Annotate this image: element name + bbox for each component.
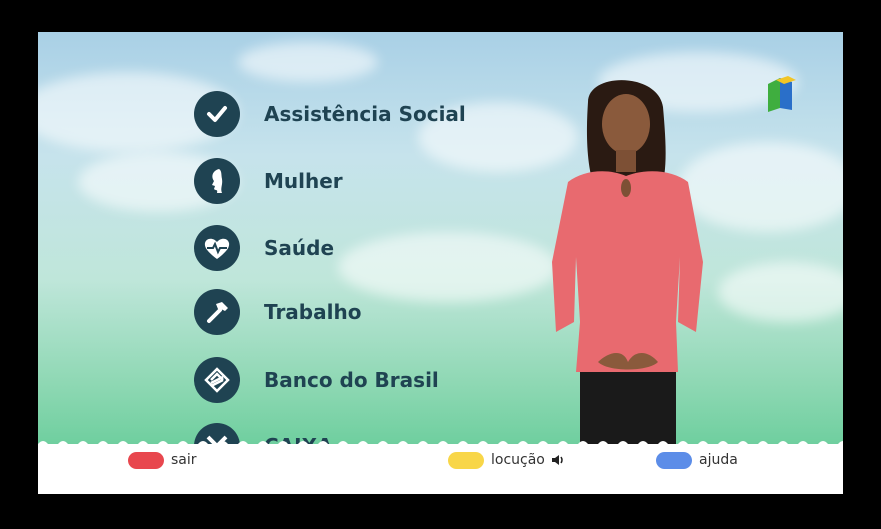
exit-label: sair bbox=[171, 452, 197, 468]
banco-do-brasil-icon bbox=[194, 357, 240, 403]
menu-item-label: Trabalho bbox=[264, 300, 362, 324]
help-button[interactable]: ajuda bbox=[656, 450, 738, 470]
narration-label: locução bbox=[491, 452, 545, 468]
menu-item-label: Mulher bbox=[264, 169, 343, 193]
hammer-icon bbox=[194, 289, 240, 335]
red-key-icon bbox=[128, 451, 164, 469]
narration-button[interactable]: locução bbox=[448, 450, 565, 470]
presenter-image bbox=[552, 80, 703, 444]
remote-key-bar: sair locução ajuda bbox=[38, 444, 843, 494]
speaker-icon bbox=[551, 454, 565, 466]
menu-item-banco-do-brasil[interactable]: Banco do Brasil bbox=[194, 356, 524, 404]
check-icon bbox=[194, 91, 240, 137]
blue-key-icon bbox=[656, 451, 692, 469]
tv-screen: Assistência Social Mulher Saúde Trabalho bbox=[16, 10, 865, 515]
woman-profile-icon bbox=[194, 158, 240, 204]
menu-item-label: Banco do Brasil bbox=[264, 368, 439, 392]
menu-item-mulher[interactable]: Mulher bbox=[194, 157, 524, 205]
menu-item-label: Assistência Social bbox=[264, 102, 466, 126]
app-stage: Assistência Social Mulher Saúde Trabalho bbox=[38, 32, 843, 494]
menu-item-trabalho[interactable]: Trabalho bbox=[194, 288, 524, 336]
menu-item-label: Saúde bbox=[264, 236, 335, 260]
yellow-key-icon bbox=[448, 451, 484, 469]
heart-pulse-icon bbox=[194, 225, 240, 271]
menu-item-assistencia-social[interactable]: Assistência Social bbox=[194, 90, 524, 138]
tv-brasil-logo bbox=[768, 76, 796, 112]
help-label: ajuda bbox=[699, 452, 738, 468]
exit-button[interactable]: sair bbox=[128, 450, 197, 470]
menu-item-saude[interactable]: Saúde bbox=[194, 224, 524, 272]
